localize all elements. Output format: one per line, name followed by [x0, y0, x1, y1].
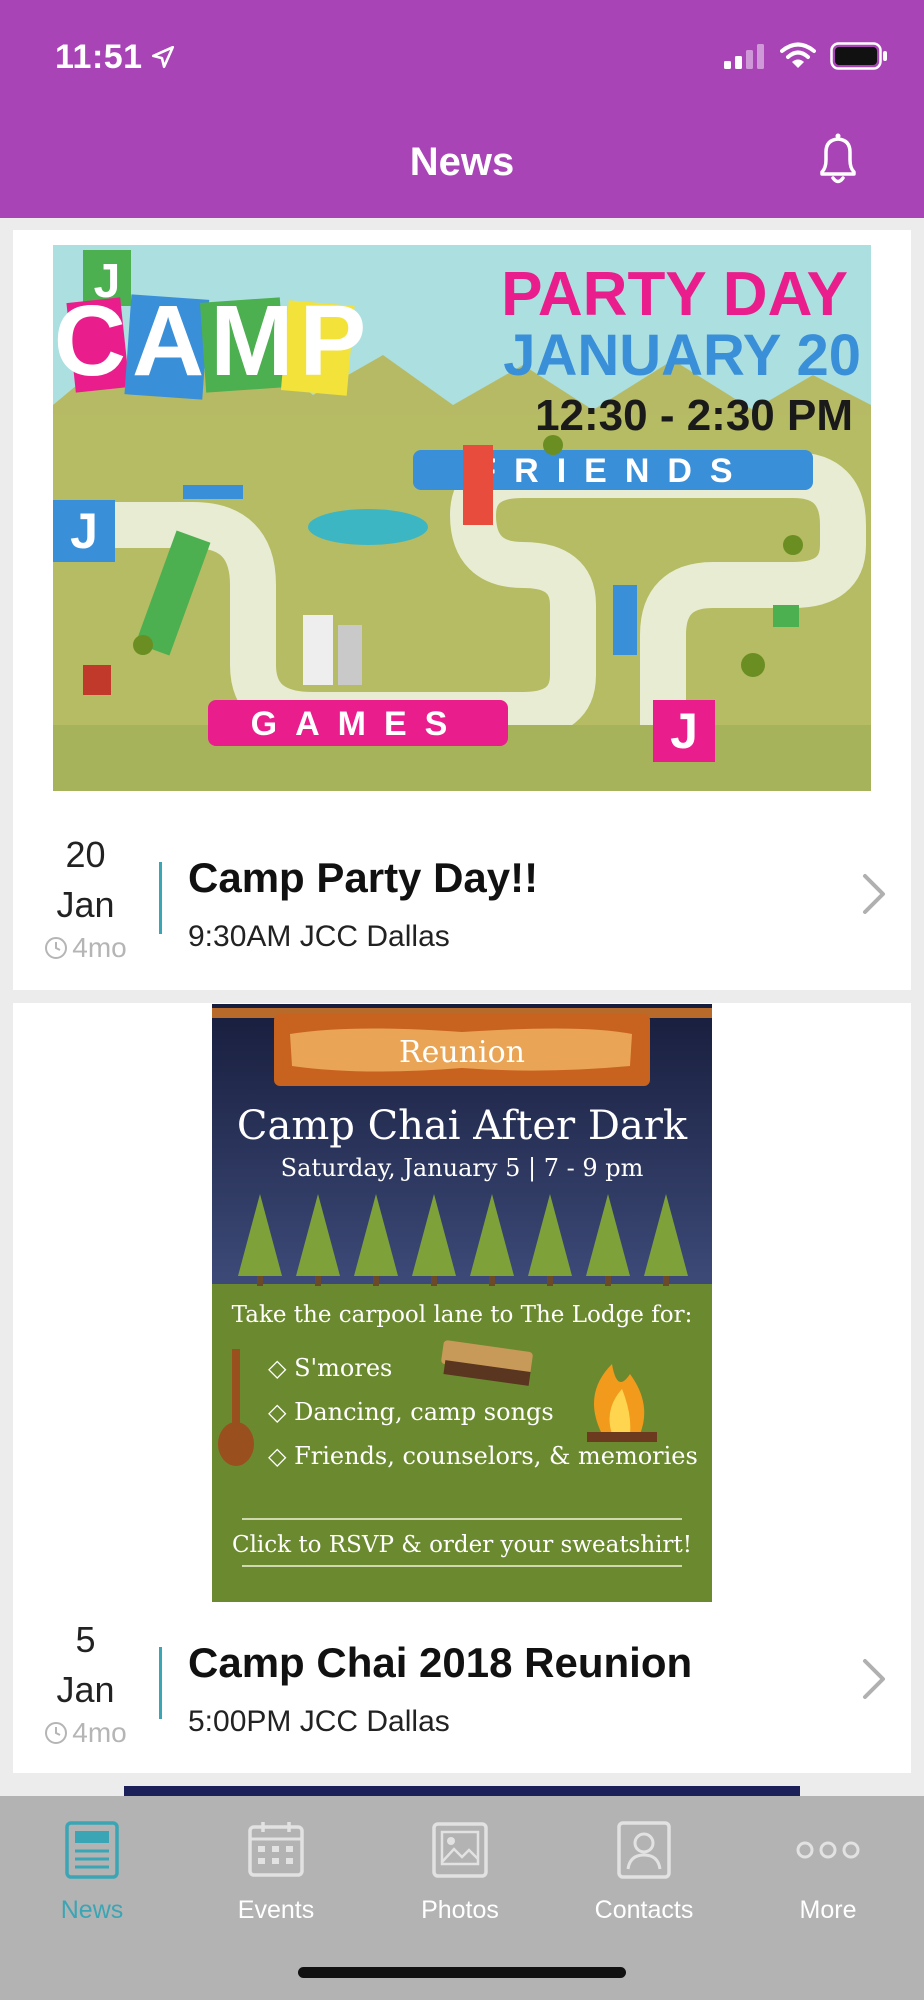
- news-card[interactable]: J CAMP PARTY DAY JANUARY 20 12:30 - 2:30…: [13, 230, 911, 990]
- battery-icon: [830, 42, 887, 70]
- bell-icon[interactable]: [814, 132, 862, 188]
- post-month: Jan: [56, 1669, 115, 1710]
- tab-label: Photos: [421, 1896, 499, 1924]
- post-subtitle: 5:00PM JCC Dallas: [188, 1705, 450, 1738]
- more-dots-icon: [796, 1841, 860, 1859]
- newspaper-icon: [65, 1821, 119, 1879]
- tab-label: Contacts: [594, 1896, 694, 1924]
- poster-time: 12:30 - 2:30 PM: [535, 391, 853, 440]
- status-indicators: [724, 42, 888, 70]
- tab-events[interactable]: Events: [184, 1814, 368, 1925]
- svg-text:J: J: [70, 503, 98, 559]
- status-time: 11:51: [55, 38, 143, 76]
- poster-word-games: GAMES: [251, 705, 466, 743]
- post-title[interactable]: Camp Party Day!!: [188, 854, 538, 902]
- tab-news[interactable]: News: [0, 1814, 184, 1925]
- date-divider: [159, 862, 162, 934]
- poster-date: Saturday, January 5 | 7 - 9 pm: [281, 1154, 644, 1183]
- svg-text:◇ Friends, counselors, & memor: ◇ Friends, counselors, & memories: [268, 1442, 698, 1470]
- wifi-icon: [780, 42, 816, 68]
- app-header: 11:51 News: [0, 0, 924, 218]
- tab-more[interactable]: More: [736, 1814, 920, 1925]
- tab-label: Events: [237, 1896, 315, 1924]
- post-age-label: 4mo: [72, 1717, 127, 1748]
- post-day: 5: [75, 1619, 96, 1660]
- post-month: Jan: [56, 884, 115, 925]
- post-meta[interactable]: 20 Jan 4mo Camp Party Day!! 9:30AM JCC D…: [13, 830, 911, 963]
- post-age: 4mo: [13, 932, 158, 964]
- post-day: 20: [65, 834, 106, 875]
- poster-bullet: Friends, counselors, & memories: [294, 1442, 698, 1470]
- camp-chai-reunion-poster[interactable]: Reunion Camp Chai After Dark Saturday, J…: [212, 1004, 712, 1602]
- post-date: 20 Jan 4mo: [13, 830, 158, 964]
- poster-date: JANUARY 20: [503, 323, 861, 388]
- calendar-icon: [248, 1822, 304, 1877]
- poster-bullet: Dancing, camp songs: [294, 1398, 554, 1426]
- chevron-right-icon[interactable]: [859, 1657, 889, 1701]
- poster-brand-camp: CAMP: [54, 285, 372, 397]
- poster-illustration: Reunion Camp Chai After Dark Saturday, J…: [212, 1004, 712, 1602]
- poster-word-friends: FRIENDS: [475, 452, 750, 490]
- clock-icon: [45, 937, 68, 959]
- tab-contacts[interactable]: Contacts: [552, 1814, 736, 1925]
- post-meta[interactable]: 5 Jan 4mo Camp Chai 2018 Reunion 5:00PM …: [13, 1615, 911, 1748]
- poster-cta: Click to RSVP & order your sweatshirt!: [232, 1532, 692, 1558]
- chevron-right-icon[interactable]: [859, 872, 889, 916]
- poster-headline: PARTY DAY: [501, 260, 848, 329]
- signal-icon: [724, 44, 764, 69]
- post-subtitle: 9:30AM JCC Dallas: [188, 920, 450, 953]
- tab-label: News: [60, 1896, 124, 1924]
- post-age-label: 4mo: [72, 932, 127, 963]
- svg-text:◇ Dancing, camp songs: ◇ Dancing, camp songs: [268, 1398, 554, 1426]
- date-divider: [159, 1647, 162, 1719]
- tab-photos[interactable]: Photos: [368, 1814, 552, 1925]
- svg-text:◇ S'mores: ◇ S'mores: [268, 1354, 392, 1382]
- page-title: News: [409, 140, 515, 184]
- poster-illustration: J CAMP PARTY DAY JANUARY 20 12:30 - 2:30…: [53, 245, 871, 791]
- news-card[interactable]: Reunion Camp Chai After Dark Saturday, J…: [13, 1003, 911, 1773]
- svg-text:J: J: [670, 703, 698, 759]
- clock-icon: [45, 1722, 68, 1744]
- poster-sign: Reunion: [399, 1035, 525, 1070]
- photo-icon: [432, 1822, 488, 1878]
- poster-headline: Camp Chai After Dark: [237, 1103, 688, 1149]
- post-title[interactable]: Camp Chai 2018 Reunion: [188, 1639, 692, 1687]
- location-arrow-icon: [151, 45, 175, 69]
- post-age: 4mo: [13, 1717, 158, 1749]
- home-indicator[interactable]: [298, 1967, 626, 1978]
- contact-card-icon: [617, 1821, 671, 1879]
- camp-party-day-poster[interactable]: J CAMP PARTY DAY JANUARY 20 12:30 - 2:30…: [53, 245, 871, 791]
- poster-lead: Take the carpool lane to The Lodge for:: [232, 1302, 693, 1328]
- tab-label: More: [799, 1896, 857, 1924]
- post-date: 5 Jan 4mo: [13, 1615, 158, 1749]
- poster-bullet: S'mores: [294, 1354, 392, 1382]
